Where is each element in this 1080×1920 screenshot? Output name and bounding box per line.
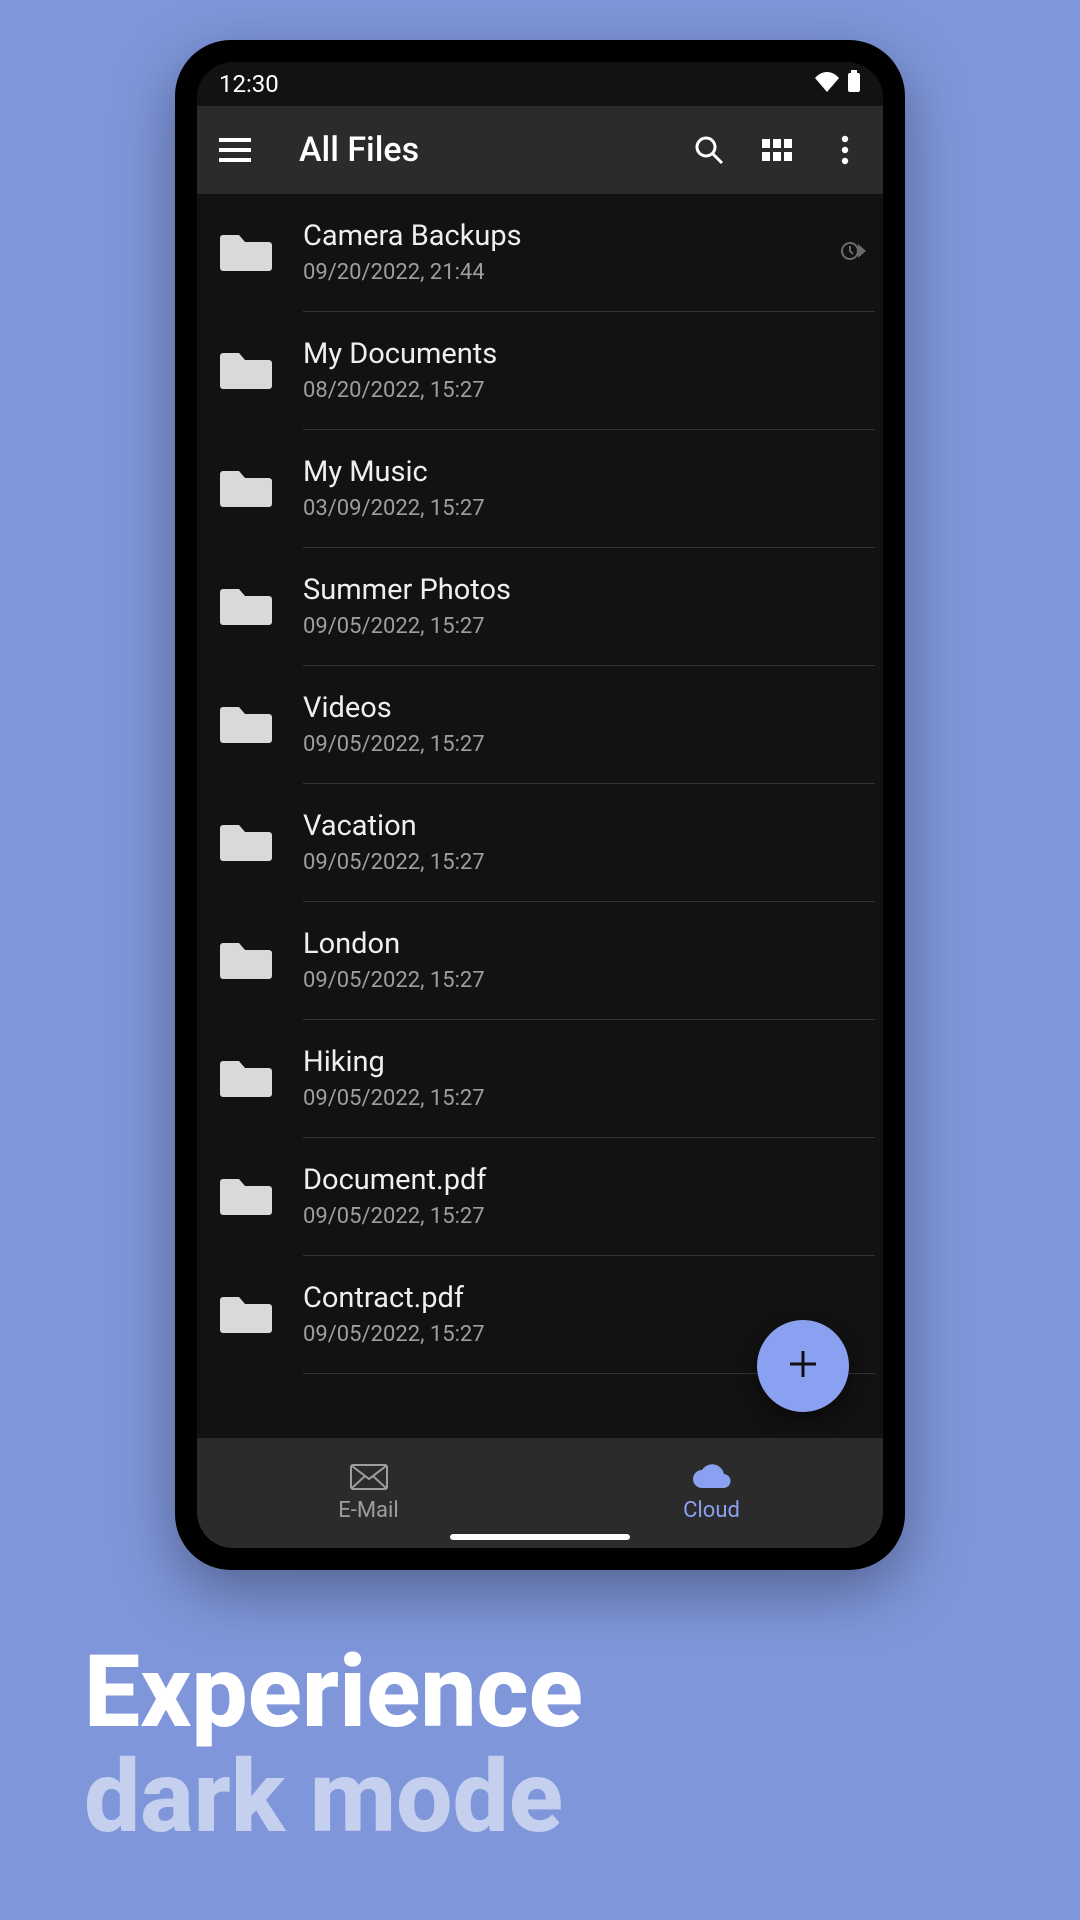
item-name: Contract.pdf [303,1283,867,1315]
item-name: Camera Backups [303,221,833,253]
status-time: 12:30 [219,70,279,98]
nav-email-label: E-Mail [338,1498,398,1523]
list-item[interactable]: Videos 09/05/2022, 15:27 [197,666,883,784]
email-icon [350,1464,388,1494]
nav-cloud[interactable]: Cloud [540,1438,883,1548]
item-date: 09/05/2022, 15:27 [303,850,867,875]
folder-icon [219,819,273,867]
list-item[interactable]: My Documents 08/20/2022, 15:27 [197,312,883,430]
item-date: 08/20/2022, 15:27 [303,378,867,403]
grid-view-icon[interactable] [757,139,797,161]
list-item[interactable]: Camera Backups 09/20/2022, 21:44 [197,194,883,312]
folder-icon [219,347,273,395]
item-name: Summer Photos [303,575,867,607]
plus-icon [786,1347,820,1385]
caption-line-1: Experience [84,1640,583,1745]
home-indicator[interactable] [450,1534,630,1540]
list-item[interactable]: My Music 03/09/2022, 15:27 [197,430,883,548]
list-item[interactable]: Summer Photos 09/05/2022, 15:27 [197,548,883,666]
item-name: My Documents [303,339,867,371]
list-item[interactable]: Document.pdf 09/05/2022, 15:27 [197,1138,883,1256]
item-date: 03/09/2022, 15:27 [303,496,867,521]
folder-icon [219,701,273,749]
page-title: All Files [299,130,661,170]
item-date: 09/05/2022, 15:27 [303,1086,867,1111]
list-item[interactable]: London 09/05/2022, 15:27 [197,902,883,1020]
item-date: 09/05/2022, 15:27 [303,1204,867,1229]
folder-icon [219,1291,273,1339]
screen: 12:30 All Files [197,62,883,1548]
nav-email[interactable]: E-Mail [197,1438,540,1548]
list-item[interactable]: Vacation 09/05/2022, 15:27 [197,784,883,902]
folder-icon [219,229,273,277]
menu-icon[interactable] [215,138,255,162]
add-button[interactable] [757,1320,849,1412]
item-name: My Music [303,457,867,489]
status-bar: 12:30 [197,62,883,106]
sync-pending-icon [841,240,867,266]
search-icon[interactable] [689,134,729,166]
item-name: Videos [303,693,867,725]
marketing-caption: Experience dark mode [84,1640,583,1850]
item-date: 09/05/2022, 15:27 [303,968,867,993]
item-name: London [303,929,867,961]
bottom-nav: E-Mail Cloud [197,1438,883,1548]
cloud-icon [691,1464,733,1494]
more-icon[interactable] [825,135,865,165]
item-date: 09/20/2022, 21:44 [303,260,833,285]
item-date: 09/05/2022, 15:27 [303,732,867,757]
toolbar: All Files [197,106,883,194]
caption-line-2: dark mode [84,1745,583,1850]
item-name: Document.pdf [303,1165,867,1197]
phone-frame: 12:30 All Files [175,40,905,1570]
list-item[interactable]: Hiking 09/05/2022, 15:27 [197,1020,883,1138]
folder-icon [219,1173,273,1221]
folder-icon [219,583,273,631]
item-name: Hiking [303,1047,867,1079]
nav-cloud-label: Cloud [683,1498,740,1523]
folder-icon [219,465,273,513]
file-list[interactable]: Camera Backups 09/20/2022, 21:44 My Docume… [197,194,883,1438]
item-name: Vacation [303,811,867,843]
battery-icon [847,70,861,98]
wifi-icon [815,70,839,98]
folder-icon [219,1055,273,1103]
item-date: 09/05/2022, 15:27 [303,614,867,639]
folder-icon [219,937,273,985]
